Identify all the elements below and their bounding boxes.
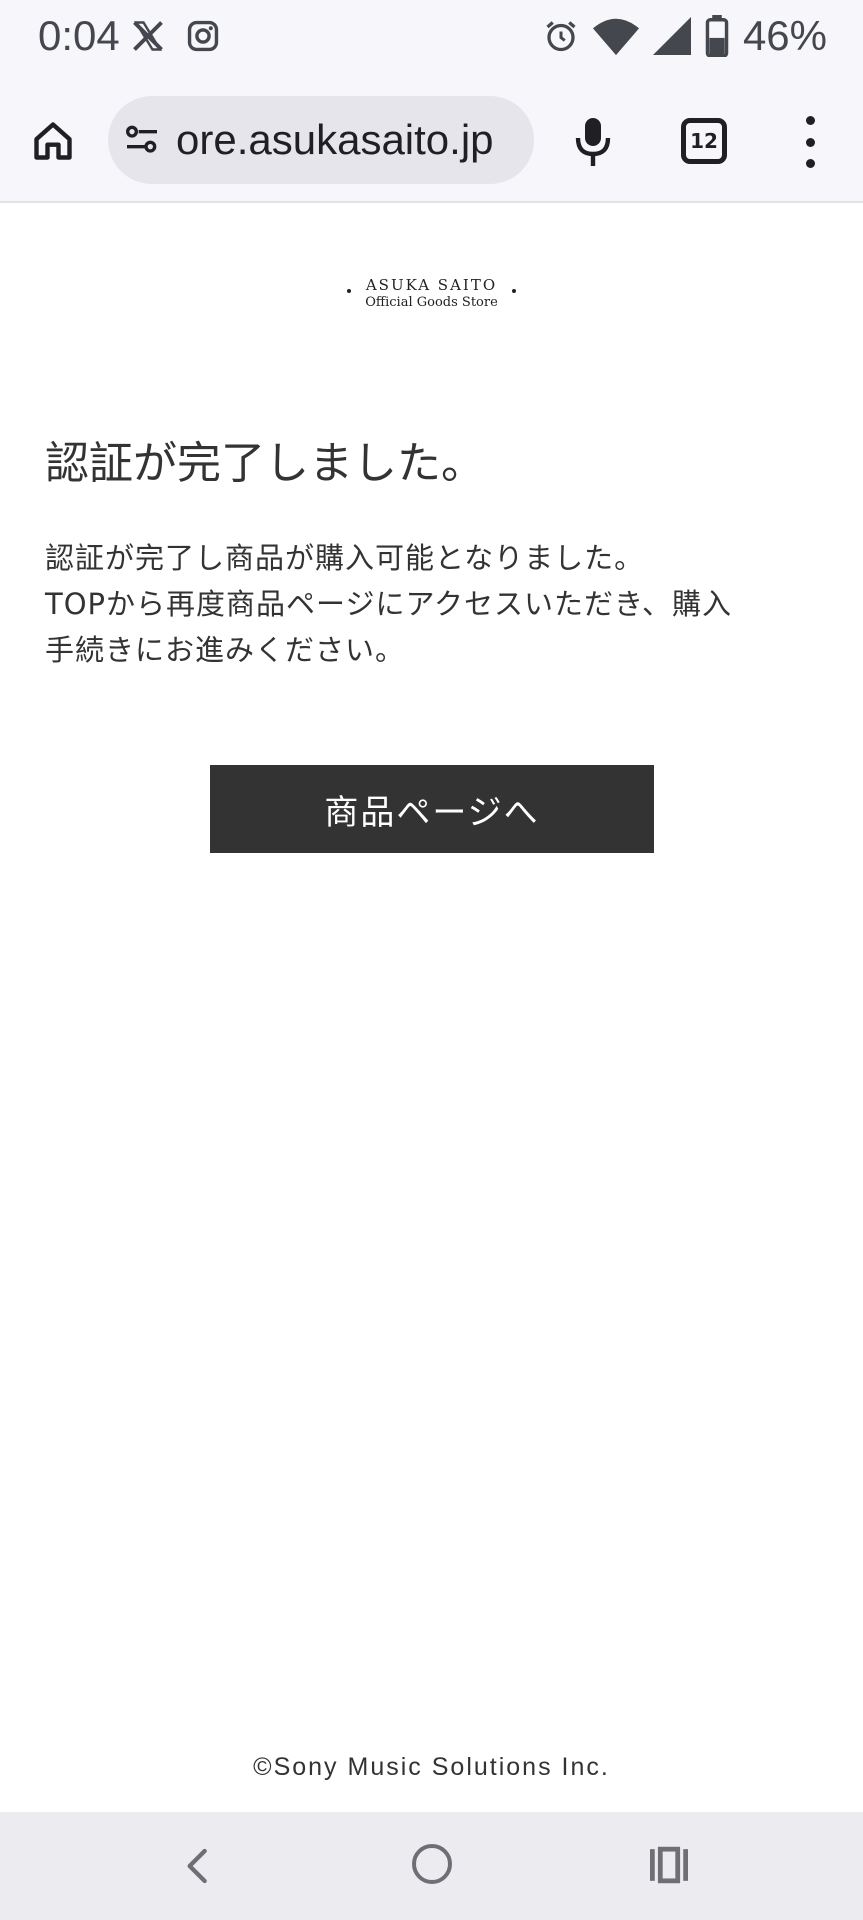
message-line: 認証が完了し商品が購入可能となりました。	[45, 541, 645, 575]
menu-dot-icon	[805, 137, 815, 147]
microphone-icon	[575, 118, 611, 166]
tab-switcher-button[interactable]: 12	[681, 118, 727, 164]
logo-dot	[347, 289, 352, 293]
copyright-footer: ©Sony Music Solutions Inc.	[253, 1753, 610, 1781]
logo-line1: ASUKA SAITO	[365, 276, 498, 294]
home-icon	[34, 122, 72, 160]
site-settings-icon[interactable]	[122, 120, 162, 160]
browser-menu-button[interactable]	[798, 116, 822, 168]
system-navigation-bar	[0, 1812, 863, 1920]
battery-icon	[705, 15, 729, 57]
address-bar[interactable]: ore.asukasaito.jp	[108, 96, 534, 184]
logo-wordmark: ASUKA SAITO Official Goods Store	[347, 275, 516, 310]
status-time: 0:04	[38, 12, 120, 59]
tab-count: 12	[690, 129, 718, 153]
page-title: 認証が完了しました。	[45, 438, 485, 489]
message-line: TOPから再度商品ページにアクセスいただき、購入	[45, 587, 732, 621]
battery-percentage: 46%	[742, 12, 827, 59]
message-line: 手続きにお進みください。	[45, 633, 406, 667]
logo-line2: Official Goods Store	[365, 295, 498, 310]
instagram-icon	[187, 20, 219, 52]
menu-dot-icon	[805, 159, 815, 168]
verification-message: 認証が完了し商品が購入可能となりました。 TOPから再度商品ページにアクセスいた…	[45, 535, 825, 673]
menu-dot-icon	[805, 116, 815, 125]
home-circle-icon[interactable]	[412, 1844, 452, 1884]
store-logo[interactable]: ASUKA SAITO Official Goods Store	[0, 275, 863, 310]
recents-icon[interactable]	[648, 1846, 690, 1884]
status-notification-icons	[130, 18, 220, 54]
product-page-button[interactable]: 商品ページへ	[210, 765, 654, 853]
url-text[interactable]: ore.asukasaito.jp	[176, 116, 494, 164]
logo-dot	[511, 289, 516, 293]
status-system-icons: 46%	[543, 12, 827, 60]
page-content: ASUKA SAITO Official Goods Store 認証が完了しま…	[0, 205, 863, 1810]
back-icon[interactable]	[178, 1846, 218, 1886]
browser-toolbar: ore.asukasaito.jp 12	[0, 80, 863, 203]
voice-search-button[interactable]	[568, 112, 618, 172]
x-app-icon	[133, 21, 163, 51]
wifi-icon	[592, 18, 639, 56]
alarm-icon	[546, 21, 576, 52]
status-bar: 0:04 46%	[0, 0, 863, 80]
signal-icon	[652, 17, 691, 55]
home-button[interactable]	[28, 116, 78, 166]
